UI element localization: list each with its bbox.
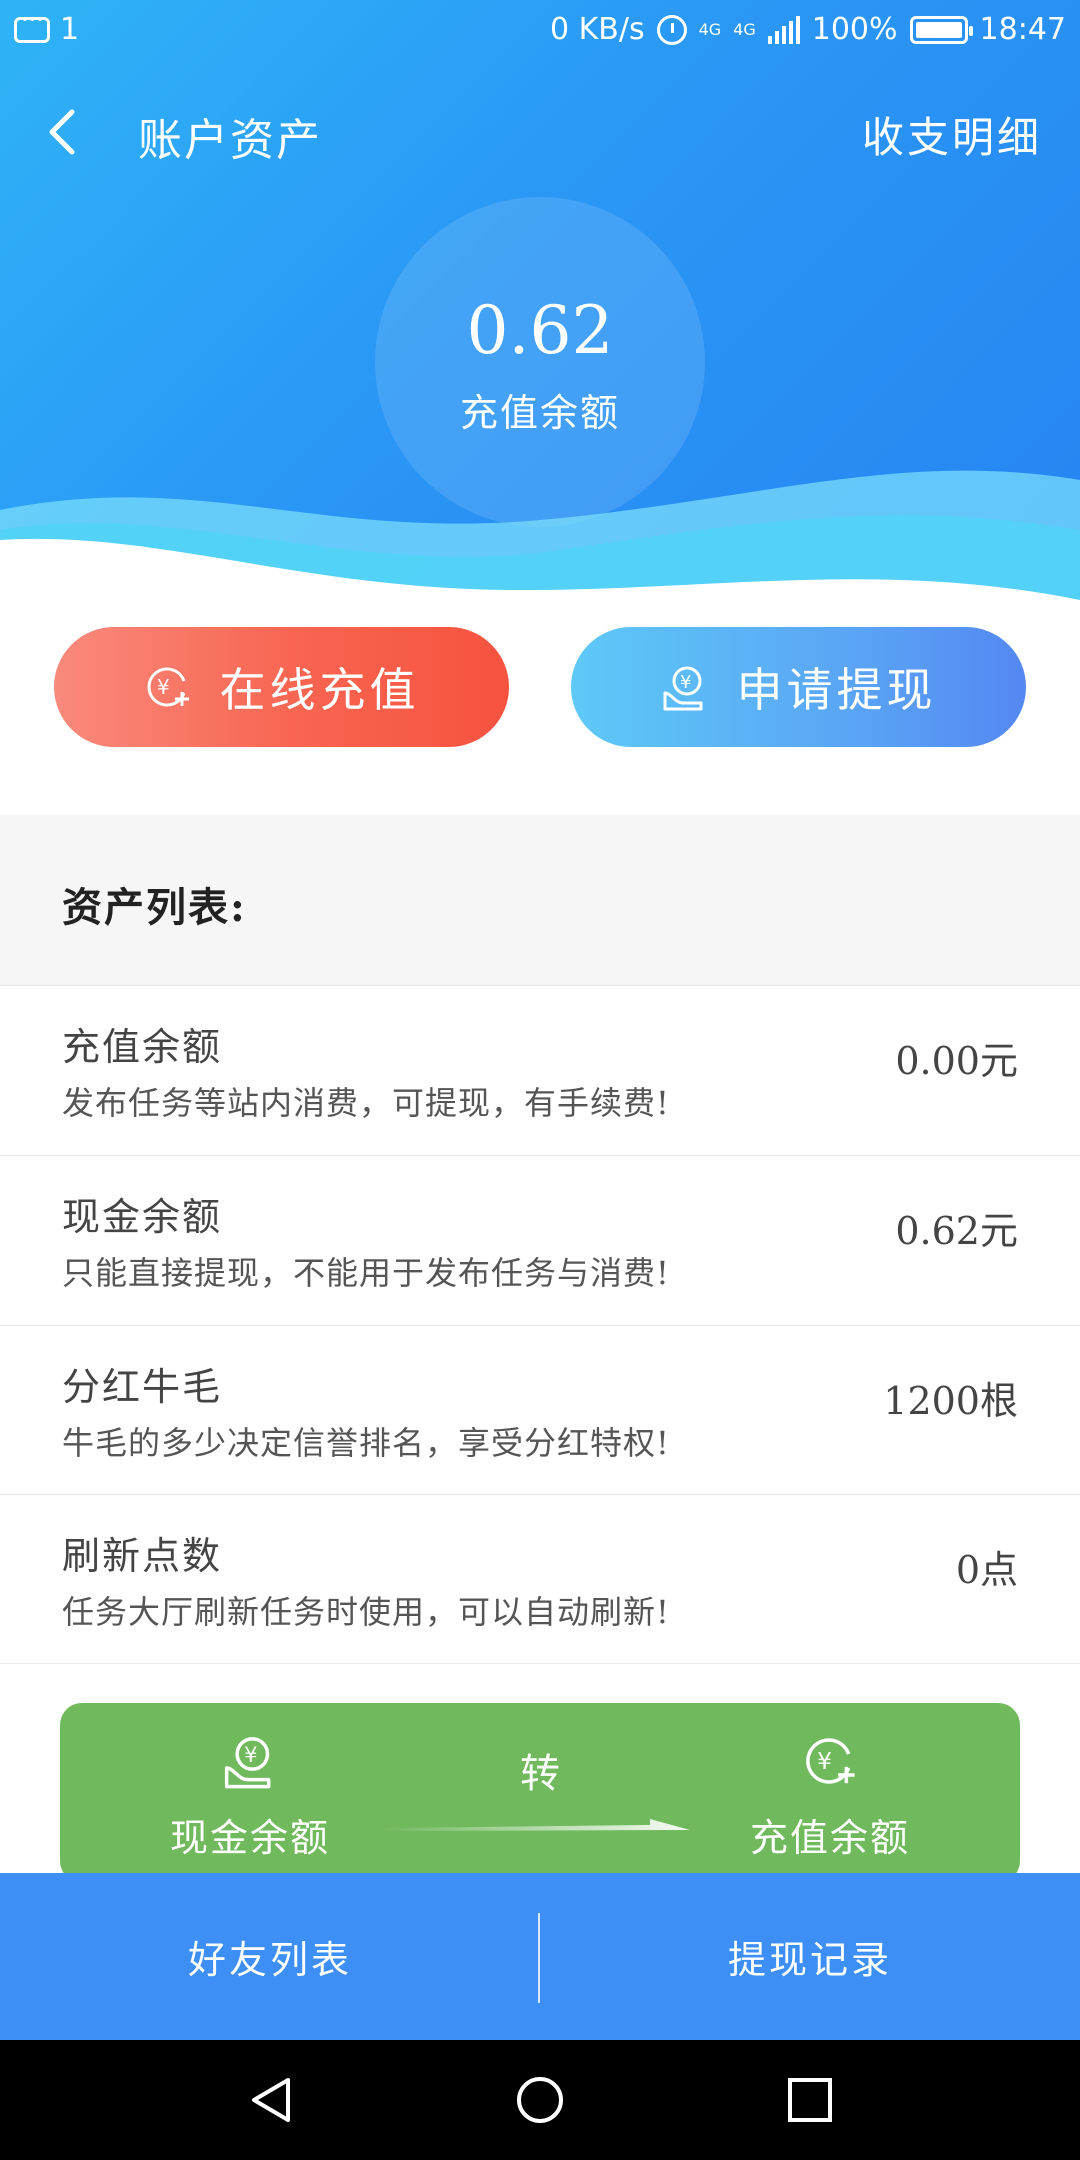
svg-text:¥: ¥	[244, 1743, 257, 1767]
bottom-tab-bar: 好友列表 提现记录	[0, 1873, 1080, 2040]
svg-text:¥: ¥	[680, 672, 695, 693]
transfer-verb: 转	[520, 1751, 560, 1797]
clock: 18:47	[979, 12, 1066, 47]
page-title: 账户资产	[138, 115, 322, 166]
notification-count: 1	[60, 12, 80, 47]
asset-value: 0.00元	[895, 1039, 1018, 1083]
network-speed: 0 KB/s	[549, 12, 645, 47]
arrow-right-icon	[380, 1819, 690, 1831]
asset-row-refresh-points[interactable]: 刷新点数 任务大厅刷新任务时使用，可以自动刷新! 0点	[0, 1494, 1080, 1664]
message-icon	[14, 6, 50, 43]
svg-text:¥: ¥	[157, 675, 174, 699]
yuan-plus-icon: ¥	[710, 1733, 950, 1793]
transfer-from-label: 现金余额	[169, 1816, 330, 1860]
asset-name: 分红牛毛	[62, 1365, 223, 1409]
assets-section-title: 资产列表:	[62, 884, 247, 931]
wave-decoration	[0, 470, 1080, 620]
alarm-icon	[656, 14, 687, 45]
asset-row-cash-balance[interactable]: 现金余额 只能直接提现，不能用于发布任务与消费! 0.62元	[0, 1155, 1080, 1325]
square-recents-icon[interactable]	[780, 2070, 840, 2130]
asset-desc: 任务大厅刷新任务时使用，可以自动刷新!	[62, 1593, 670, 1631]
online-recharge-label: 在线充值	[219, 663, 420, 717]
signal-icon	[767, 15, 800, 44]
back-arrow-icon[interactable]	[40, 106, 90, 156]
tab-friends-list[interactable]: 好友列表	[0, 1873, 540, 2040]
svg-text:¥: ¥	[817, 1747, 832, 1775]
asset-desc: 发布任务等站内消费，可提现，有手续费!	[62, 1084, 670, 1122]
battery-percent: 100%	[811, 12, 898, 47]
transfer-card[interactable]: ¥ 现金余额 转 ¥ 充值余额	[60, 1703, 1020, 1883]
header-hero: 1 0 KB/s 4G 4G 100% 18:47 账户资产 收支明细 0.62	[0, 0, 1080, 620]
status-bar: 1 0 KB/s 4G 4G 100% 18:47	[0, 0, 1080, 60]
online-recharge-button[interactable]: ¥ 在线充值	[54, 627, 509, 747]
assets-section-header: 资产列表:	[0, 815, 1080, 985]
asset-row-dividend-hair[interactable]: 分红牛毛 牛毛的多少决定信誉排名，享受分红特权! 1200根	[0, 1325, 1080, 1495]
asset-name: 现金余额	[62, 1195, 223, 1239]
asset-value: 0点	[955, 1548, 1018, 1592]
network-type-2: 4G	[733, 19, 756, 39]
tab-withdraw-records[interactable]: 提现记录	[540, 1873, 1080, 2040]
asset-desc: 牛毛的多少决定信誉排名，享受分红特权!	[62, 1424, 670, 1462]
yuan-hand-icon: ¥	[661, 663, 709, 711]
asset-desc: 只能直接提现，不能用于发布任务与消费!	[62, 1254, 670, 1292]
asset-row-recharge-balance[interactable]: 充值余额 发布任务等站内消费，可提现，有手续费! 0.00元	[0, 985, 1080, 1155]
yuan-hand-icon: ¥	[130, 1733, 370, 1793]
nav-bar: 账户资产 收支明细	[0, 90, 1080, 170]
asset-value: 1200根	[883, 1379, 1018, 1423]
battery-icon	[909, 15, 973, 44]
circle-home-icon[interactable]	[510, 2070, 570, 2130]
yuan-plus-icon: ¥	[144, 663, 192, 711]
asset-name: 刷新点数	[62, 1534, 223, 1578]
network-type-1: 4G	[698, 19, 722, 39]
list-divider	[0, 1663, 1080, 1664]
apply-withdraw-label: 申请提现	[736, 663, 937, 717]
transfer-to-label: 充值余额	[749, 1816, 910, 1860]
income-expense-detail-link[interactable]: 收支明细	[862, 104, 1042, 165]
apply-withdraw-button[interactable]: ¥ 申请提现	[571, 627, 1026, 747]
asset-name: 充值余额	[62, 1025, 223, 1069]
balance-value: 0.62	[466, 292, 614, 369]
balance-label: 充值余额	[459, 391, 620, 435]
triangle-back-icon[interactable]	[240, 2070, 300, 2130]
asset-value: 0.62元	[895, 1209, 1018, 1253]
system-nav-bar	[0, 2040, 1080, 2160]
